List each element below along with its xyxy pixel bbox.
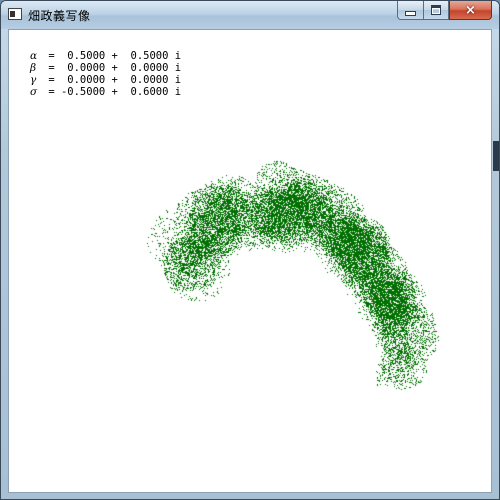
parameter-alpha: α = 0.5000 + 0.5000 i xyxy=(30,50,181,62)
window-title: 畑政義写像 xyxy=(28,9,91,23)
gamma-symbol: γ xyxy=(30,74,37,86)
sigma-value: = -0.5000 + 0.6000 i xyxy=(42,86,182,98)
maximize-icon xyxy=(431,5,441,15)
minimize-button[interactable] xyxy=(397,1,423,20)
app-window: 畑政義写像 × α = 0.5000 + 0.5000 i β = 0.0000… xyxy=(0,0,500,500)
parameter-sigma: σ = -0.5000 + 0.6000 i xyxy=(30,86,181,98)
minimize-icon xyxy=(405,10,416,16)
parameter-beta: β = 0.0000 + 0.0000 i xyxy=(30,62,181,74)
gamma-value: = 0.0000 + 0.0000 i xyxy=(42,74,182,86)
caption-buttons: × xyxy=(397,1,492,20)
app-icon[interactable] xyxy=(8,8,22,20)
close-icon: × xyxy=(465,2,476,18)
sigma-symbol: σ xyxy=(30,86,38,98)
title-bar[interactable]: 畑政義写像 × xyxy=(1,1,499,29)
drawing-area: α = 0.5000 + 0.5000 i β = 0.0000 + 0.000… xyxy=(8,29,492,493)
alpha-value: = 0.5000 + 0.5000 i xyxy=(42,50,182,62)
beta-symbol: β xyxy=(30,62,37,74)
window-edge-shadow xyxy=(493,141,499,171)
parameter-gamma: γ = 0.0000 + 0.0000 i xyxy=(30,74,181,86)
maximize-button[interactable] xyxy=(423,1,449,20)
alpha-symbol: α xyxy=(30,50,38,62)
fractal-plot xyxy=(9,30,491,492)
close-button[interactable]: × xyxy=(449,1,492,20)
parameter-list: α = 0.5000 + 0.5000 i β = 0.0000 + 0.000… xyxy=(30,50,181,98)
beta-value: = 0.0000 + 0.0000 i xyxy=(42,62,182,74)
